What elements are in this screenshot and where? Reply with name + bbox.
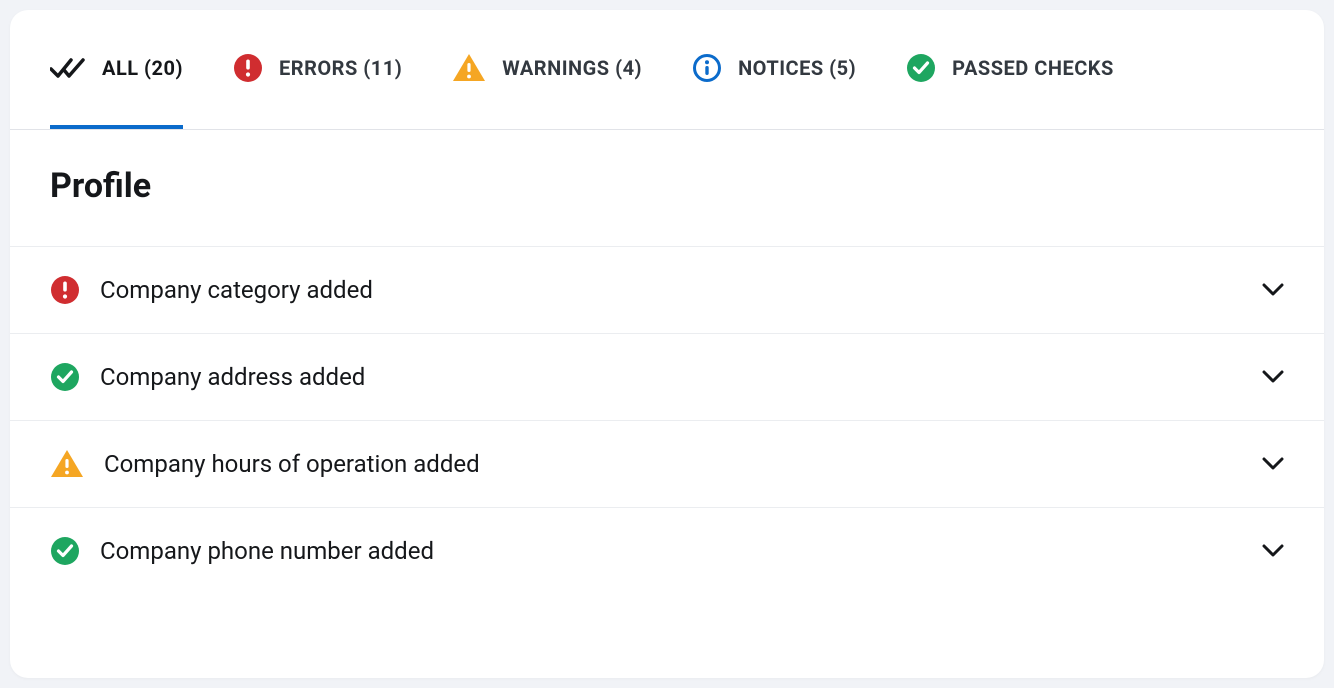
check-circle-icon — [906, 53, 936, 83]
tab-all-label: ALL (20) — [102, 56, 183, 80]
tab-passed-label: PASSED CHECKS — [952, 56, 1114, 80]
tab-passed[interactable]: PASSED CHECKS — [906, 10, 1114, 129]
check-row-label: Company phone number added — [100, 537, 434, 565]
check-row-left: Company phone number added — [50, 536, 434, 566]
double-check-icon — [50, 57, 86, 79]
tab-notices-label: NOTICES (5) — [738, 56, 856, 80]
error-icon — [233, 53, 263, 83]
check-circle-icon — [50, 536, 80, 566]
check-row-left: Company category added — [50, 275, 373, 305]
section-title: Profile — [10, 130, 1324, 246]
results-card: ALL (20) ERRORS (11) WARNINGS (4) — [10, 10, 1324, 678]
tab-all[interactable]: ALL (20) — [50, 10, 183, 129]
chevron-down-icon — [1262, 544, 1284, 558]
section-profile: Profile Company category added — [10, 130, 1324, 594]
check-row-label: Company address added — [100, 363, 365, 391]
check-row-company-address[interactable]: Company address added — [10, 333, 1324, 420]
info-icon — [692, 53, 722, 83]
chevron-down-icon — [1262, 283, 1284, 297]
tabs-bar: ALL (20) ERRORS (11) WARNINGS (4) — [10, 10, 1324, 130]
tab-errors[interactable]: ERRORS (11) — [233, 10, 402, 129]
tab-warnings-label: WARNINGS (4) — [502, 56, 642, 80]
check-row-company-phone[interactable]: Company phone number added — [10, 507, 1324, 594]
error-icon — [50, 275, 80, 305]
tab-warnings[interactable]: WARNINGS (4) — [452, 10, 642, 129]
tab-notices[interactable]: NOTICES (5) — [692, 10, 856, 129]
warning-icon — [50, 449, 84, 479]
check-row-left: Company address added — [50, 362, 365, 392]
check-row-label: Company category added — [100, 276, 373, 304]
tab-errors-label: ERRORS (11) — [279, 56, 402, 80]
check-row-company-category[interactable]: Company category added — [10, 246, 1324, 333]
chevron-down-icon — [1262, 457, 1284, 471]
check-row-company-hours[interactable]: Company hours of operation added — [10, 420, 1324, 507]
check-row-left: Company hours of operation added — [50, 449, 480, 479]
warning-icon — [452, 53, 486, 83]
chevron-down-icon — [1262, 370, 1284, 384]
check-row-label: Company hours of operation added — [104, 450, 480, 478]
check-circle-icon — [50, 362, 80, 392]
